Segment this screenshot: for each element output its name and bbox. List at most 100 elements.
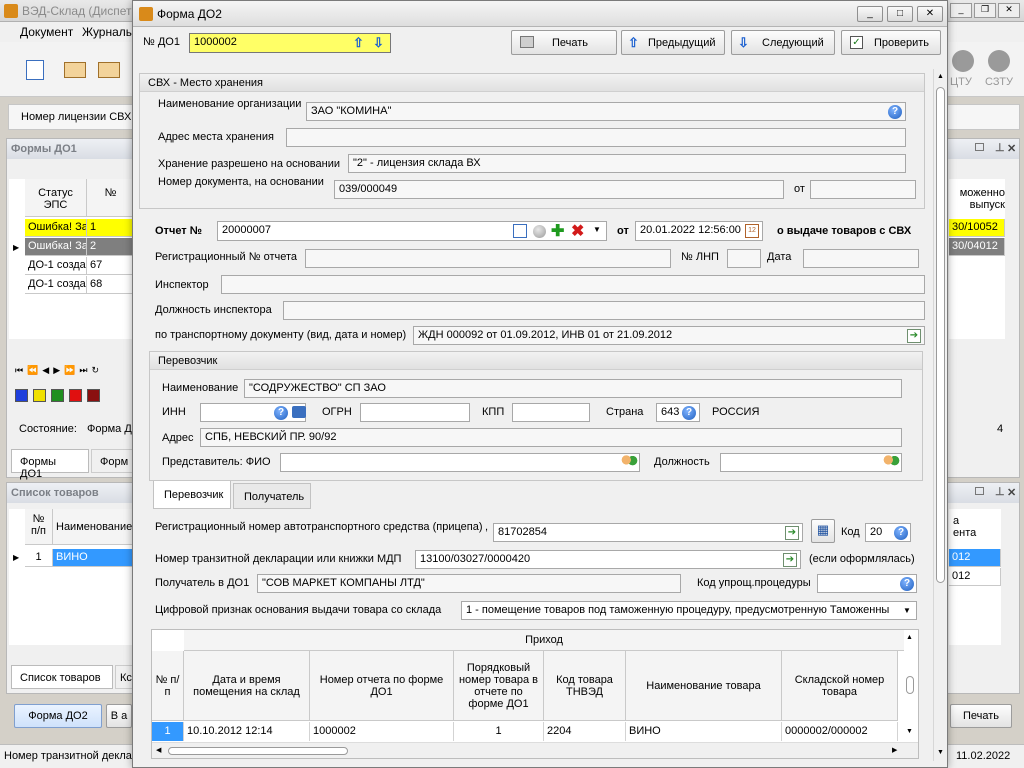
help-icon[interactable]: ? (900, 577, 914, 591)
color-swatch-darkred[interactable] (87, 389, 100, 402)
basis-doc-number-field[interactable]: 039/000049 (334, 180, 784, 199)
help-icon[interactable]: ? (682, 406, 696, 420)
other-footer-button[interactable]: В а (106, 704, 132, 728)
panel-close-icon[interactable]: ✕ (1007, 486, 1016, 499)
panel-maximize-icon[interactable] (975, 143, 984, 151)
tab-recipient[interactable]: Получатель (233, 483, 311, 509)
document-icon[interactable] (26, 60, 44, 80)
tab-forms-other[interactable]: Форм (91, 449, 135, 473)
org-name-field[interactable]: ЗАО "КОМИНА" (306, 102, 906, 121)
form-do2-button[interactable]: Форма ДО2 (14, 704, 102, 728)
goods-header-num[interactable]: № п/п (25, 509, 53, 545)
color-swatch-yellow[interactable] (33, 389, 46, 402)
col-header-num[interactable]: № п/п (152, 651, 184, 721)
check-button[interactable]: ✓ Проверить (841, 30, 941, 55)
scroll-down-icon[interactable]: ▼ (937, 749, 944, 756)
list-item[interactable]: 1 (25, 549, 53, 567)
book-icon[interactable] (64, 62, 86, 78)
list-item[interactable]: ВИНО (53, 549, 135, 567)
delete-icon[interactable]: ✖ (571, 221, 584, 241)
pin-icon[interactable]: ⊥ (995, 141, 1005, 154)
table-row[interactable]: 1 (454, 722, 544, 741)
list-item[interactable]: 012 (949, 549, 1001, 567)
ogrn-field[interactable] (360, 403, 470, 422)
scroll-down-icon[interactable]: ▼ (906, 728, 913, 735)
minimize-icon[interactable]: _ (950, 3, 972, 18)
table-row[interactable]: 10.10.2012 12:14 (184, 722, 310, 741)
print-button[interactable]: Печать (511, 30, 617, 55)
table-row[interactable]: 68 (87, 276, 135, 294)
menu-journals[interactable]: Журналы (82, 25, 134, 39)
grid-header-num[interactable]: № (87, 179, 135, 217)
table-row[interactable]: ДО-1 созда (25, 257, 87, 275)
basis-doc-date-field[interactable] (810, 180, 916, 199)
list-item[interactable]: 012 (949, 568, 1001, 586)
inn-field[interactable] (200, 403, 306, 422)
scroll-up-icon[interactable]: ▲ (906, 634, 913, 641)
transport-doc-field[interactable]: ЖДН 000092 от 01.09.2012, ИНВ 01 от 21.0… (413, 326, 925, 345)
storage-address-field[interactable] (286, 128, 906, 147)
pin-icon[interactable]: ⊥ (995, 485, 1005, 498)
table-hscroll-thumb[interactable] (168, 747, 348, 755)
calculator-icon[interactable] (513, 224, 527, 238)
report-date-field[interactable]: 20.01.2022 12:56:00 (635, 221, 763, 241)
position-field[interactable] (720, 453, 902, 472)
sztu-icon[interactable] (988, 50, 1010, 72)
grid-nav-bar[interactable]: ⏮⏪◀▶⏩⏭↻ (15, 365, 135, 379)
transit-declaration-field[interactable]: 13100/03027/0000420 (415, 550, 801, 569)
inspector-field[interactable] (221, 275, 925, 294)
ctu-icon[interactable] (952, 50, 974, 72)
carrier-address-field[interactable]: СПБ, НЕВСКИЙ ПР. 90/92 (200, 428, 902, 447)
chevron-down-icon[interactable]: ▼ (593, 225, 601, 234)
circle-icon[interactable] (533, 225, 546, 238)
maximize-icon[interactable]: □ (887, 6, 913, 22)
table-icon[interactable]: ▦ (811, 519, 835, 543)
scroll-right-icon[interactable]: ▶ (892, 746, 897, 754)
digital-basis-select[interactable]: 1 - помещение товаров под таможенную про… (461, 601, 917, 620)
tab-goods-list[interactable]: Список товаров (11, 665, 113, 689)
report-number-field[interactable]: 20000007 (217, 221, 607, 241)
scroll-up-icon[interactable]: ▲ (937, 73, 944, 80)
people-icon[interactable] (620, 455, 638, 469)
table-row[interactable]: Ошибка! За (25, 219, 87, 237)
calendar-icon[interactable]: 12 (745, 224, 759, 238)
help-icon[interactable]: ? (274, 406, 288, 420)
storage-basis-field[interactable]: "2" - лицензия склада ВХ (348, 154, 906, 173)
col-header-item-num[interactable]: Порядковый номер товара в отчете по форм… (454, 651, 544, 721)
panel-close-icon[interactable]: ✕ (1007, 142, 1016, 155)
restore-icon[interactable]: ❐ (974, 3, 996, 18)
tab-forms-do1[interactable]: Формы ДО1 (11, 449, 89, 480)
add-icon[interactable]: ✚ (551, 221, 564, 241)
go-to-icon[interactable]: ➔ (907, 329, 921, 343)
recipient-field[interactable]: "СОВ МАРКЕТ КОМПАНЫ ЛТД" (257, 574, 681, 593)
dialog-vscroll[interactable]: ▲ ▼ (933, 69, 947, 761)
representative-field[interactable] (280, 453, 640, 472)
dialog-vscroll-thumb[interactable] (936, 87, 945, 583)
book-open-icon[interactable] (98, 62, 120, 78)
reg-date-field[interactable] (803, 249, 919, 268)
table-row[interactable]: 30/04012 (949, 238, 1005, 256)
col-header-date[interactable]: Дата и время помещения на склад (184, 651, 310, 721)
panel-maximize-icon[interactable] (975, 487, 984, 495)
previous-button[interactable]: ⇧ Предыдущий (621, 30, 725, 55)
table-row[interactable]: Ошибка! За (25, 238, 87, 256)
table-row[interactable]: 0000002/000002 (782, 722, 898, 741)
col-header-warehouse-num[interactable]: Складской номер товара (782, 651, 898, 721)
arrow-down-icon[interactable]: ⇩ (373, 35, 384, 51)
table-row[interactable]: ДО-1 созда (25, 276, 87, 294)
minimize-icon[interactable]: _ (857, 6, 883, 22)
carrier-name-field[interactable]: "СОДРУЖЕСТВО" СП ЗАО (244, 379, 902, 398)
scroll-left-icon[interactable]: ◀ (156, 746, 161, 754)
col-header-report-num[interactable]: Номер отчета по форме ДО1 (310, 651, 454, 721)
grid-header-status[interactable]: Статус ЭПС (25, 179, 87, 217)
table-row[interactable]: 1000002 (310, 722, 454, 741)
people-icon[interactable] (882, 455, 900, 469)
col-header-goods-name[interactable]: Наименование товара (626, 651, 782, 721)
table-row[interactable]: 67 (87, 257, 135, 275)
go-to-icon[interactable]: ➔ (783, 553, 797, 567)
vehicle-number-field[interactable]: 81702854 (493, 523, 803, 542)
chevron-down-icon[interactable]: ▼ (903, 606, 911, 615)
lnp-field[interactable] (727, 249, 761, 268)
inspector-position-field[interactable] (283, 301, 925, 320)
table-hscroll[interactable]: ◀ ▶ (152, 742, 918, 758)
